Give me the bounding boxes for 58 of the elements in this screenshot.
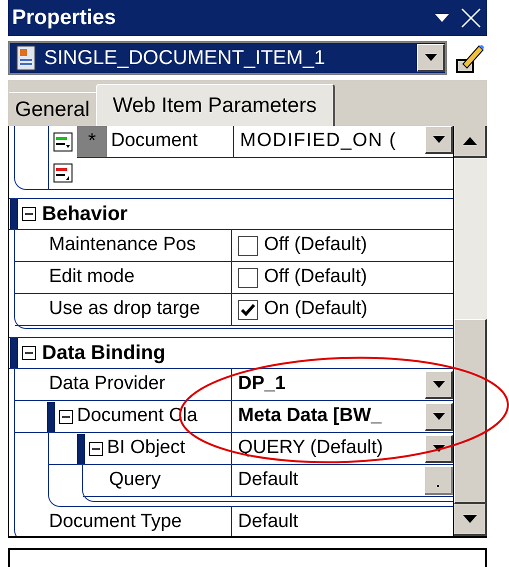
- section-marker: [10, 338, 18, 368]
- section-title: Behavior: [42, 202, 128, 227]
- document-icon: [16, 45, 38, 71]
- section-marker: [10, 199, 18, 229]
- collapse-icon[interactable]: [59, 410, 73, 424]
- list-item-icon: [53, 132, 73, 152]
- caret-down-icon: [432, 136, 444, 143]
- property-label: Maintenance Pos: [49, 233, 196, 258]
- property-value: DP_1: [238, 372, 287, 396]
- property-value: QUERY (Default): [238, 436, 384, 460]
- selector-dropdown-button[interactable]: [417, 44, 445, 72]
- property-label: Query: [109, 468, 161, 492]
- collapse-icon[interactable]: [22, 207, 36, 221]
- property-value: MODIFIED_ON (: [239, 129, 398, 154]
- property-value: On (Default): [264, 297, 368, 322]
- caret-down-icon: [462, 515, 476, 523]
- dropdown-button[interactable]: [425, 402, 453, 430]
- pencil-icon[interactable]: [455, 42, 485, 74]
- section-title: Data Binding: [42, 341, 166, 366]
- property-value: Off (Default): [264, 265, 368, 290]
- scroll-thumb[interactable]: [454, 319, 487, 504]
- group-marker: [77, 434, 85, 464]
- checkbox[interactable]: [238, 236, 258, 256]
- group-marker: [47, 402, 55, 432]
- collapse-icon[interactable]: [89, 442, 103, 456]
- property-label: Use as drop targe: [49, 297, 200, 322]
- caret-down-icon: [432, 412, 444, 420]
- scroll-down-button[interactable]: [454, 504, 487, 536]
- window-title: Properties: [12, 5, 116, 32]
- dropdown-button[interactable]: [425, 434, 453, 462]
- object-selector[interactable]: SINGLE_DOCUMENT_ITEM_1: [8, 41, 447, 75]
- close-icon[interactable]: [461, 8, 481, 28]
- property-value: Default: [238, 510, 300, 534]
- property-value: Off (Default): [264, 233, 368, 258]
- property-value: Meta Data [BW_: [238, 404, 383, 428]
- caret-up-icon: [462, 137, 476, 145]
- property-label: Edit mode: [49, 265, 135, 290]
- row-marker: *: [77, 126, 107, 157]
- selector-value: SINGLE_DOCUMENT_ITEM_1: [44, 46, 326, 71]
- property-label: Document Type: [49, 510, 182, 534]
- scroll-up-button[interactable]: [454, 126, 487, 158]
- property-label: BI Object: [107, 436, 186, 460]
- checkbox[interactable]: [238, 300, 258, 320]
- caret-down-icon[interactable]: [435, 14, 449, 22]
- dropdown-button[interactable]: [425, 370, 453, 398]
- tab[interactable]: Web Item Parameters: [96, 84, 335, 126]
- dropdown-button[interactable]: [425, 126, 453, 154]
- property-value: Default: [238, 468, 300, 492]
- caret-down-icon: [432, 444, 444, 452]
- collapse-icon[interactable]: [22, 346, 36, 360]
- scrollbar[interactable]: [453, 126, 487, 536]
- caret-down-icon: [432, 380, 444, 388]
- list-item-icon: [53, 163, 73, 183]
- caret-down-icon: [424, 54, 436, 61]
- check-icon: [241, 304, 255, 316]
- checkbox[interactable]: [238, 268, 258, 288]
- property-label: Document: [107, 126, 234, 157]
- property-label: Data Provider: [49, 372, 166, 396]
